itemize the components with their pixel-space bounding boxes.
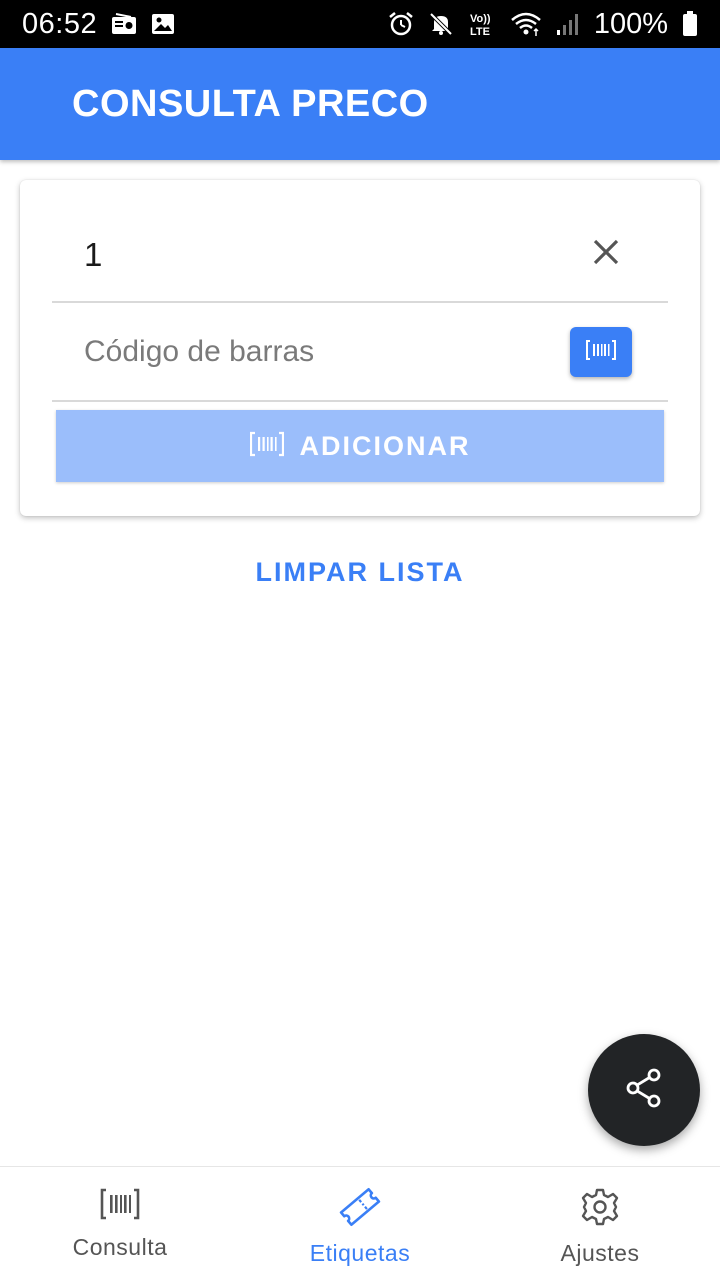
page-title: CONSULTA PRECO <box>72 82 429 125</box>
quantity-field[interactable]: 1 <box>52 204 668 303</box>
add-button-label: ADICIONAR <box>299 430 471 461</box>
alarm-icon <box>388 11 414 37</box>
add-button[interactable]: ADICIONAR <box>56 410 664 482</box>
status-time: 06:52 <box>22 7 98 40</box>
barcode-icon <box>586 339 616 366</box>
image-icon <box>151 13 175 35</box>
ticket-icon <box>338 1187 382 1232</box>
volte-icon: Vo)) LTE <box>468 11 496 37</box>
clear-list-container: LIMPAR LISTA <box>0 552 720 592</box>
app-bar: CONSULTA PRECO <box>0 48 720 160</box>
nav-label-etiquetas: Etiquetas <box>309 1240 411 1266</box>
add-item-card: 1 ADICIONAR <box>20 180 700 516</box>
radio-icon <box>111 13 137 35</box>
battery-percent: 100% <box>593 7 668 40</box>
nav-label-consulta: Consulta <box>72 1234 168 1260</box>
barcode-input[interactable] <box>84 327 544 377</box>
svg-text:LTE: LTE <box>470 26 490 37</box>
nav-item-ajustes[interactable]: Ajustes <box>480 1167 720 1280</box>
nav-item-consulta[interactable]: Consulta <box>0 1167 240 1280</box>
barcode-icon <box>100 1187 140 1226</box>
nav-item-etiquetas[interactable]: Etiquetas <box>240 1167 480 1280</box>
share-fab[interactable] <box>588 1034 700 1146</box>
nav-label-ajustes: Ajustes <box>560 1240 640 1266</box>
status-bar: 06:52 Vo)) LTE 100% <box>0 0 720 48</box>
share-icon <box>622 1066 666 1115</box>
mute-icon <box>428 11 454 37</box>
svg-text:Vo)): Vo)) <box>470 13 491 25</box>
scan-barcode-button[interactable] <box>570 327 632 377</box>
wifi-icon <box>510 11 542 37</box>
status-right: Vo)) LTE 100% <box>388 8 698 41</box>
status-left: 06:52 <box>22 8 175 41</box>
signal-icon <box>556 12 580 36</box>
close-icon <box>592 238 620 271</box>
clear-quantity-button[interactable] <box>584 232 628 276</box>
barcode-field-row <box>52 303 668 402</box>
quantity-value[interactable]: 1 <box>84 236 102 274</box>
battery-icon <box>682 11 698 37</box>
clear-list-button[interactable]: LIMPAR LISTA <box>256 557 465 588</box>
barcode-icon <box>249 431 284 462</box>
bottom-nav: Consulta Etiquetas Ajustes <box>0 1166 720 1280</box>
gear-icon <box>580 1187 620 1232</box>
